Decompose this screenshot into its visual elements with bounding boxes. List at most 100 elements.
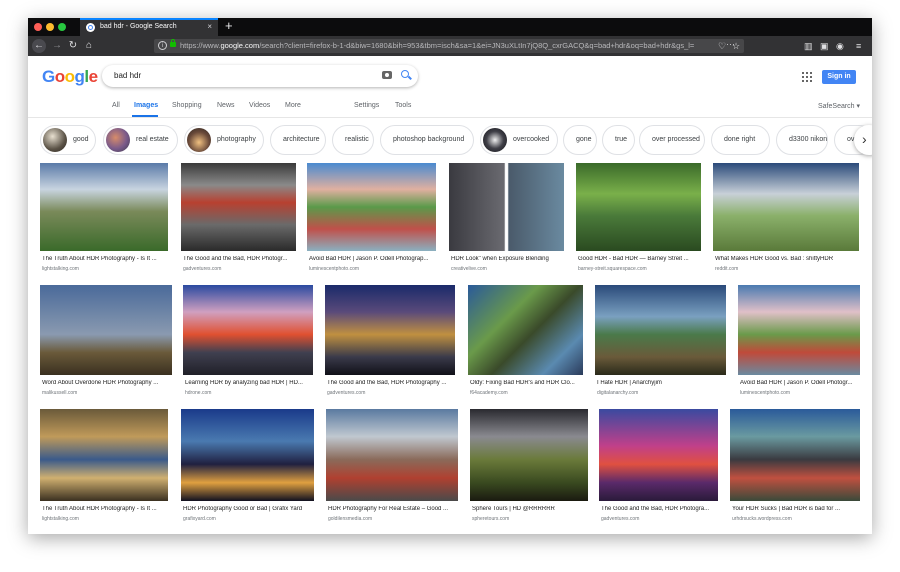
sidebar-icon[interactable]: ▣ xyxy=(820,39,829,53)
image-thumbnail[interactable] xyxy=(181,163,296,251)
tab-more[interactable]: More xyxy=(285,102,301,109)
window-close-button[interactable] xyxy=(34,23,42,31)
tab-videos[interactable]: Videos xyxy=(249,102,270,109)
image-result-title[interactable]: Sphere Tours | HD @RRRRRR xyxy=(472,506,590,512)
image-thumbnail[interactable] xyxy=(738,285,860,375)
related-search-chip[interactable]: over processed xyxy=(639,125,705,155)
related-search-chip[interactable]: photoshop background xyxy=(380,125,474,155)
tab-settings[interactable]: Settings xyxy=(354,102,379,109)
image-result[interactable]: The Good and the Bad, HDR Photogra... gad… xyxy=(599,409,718,527)
search-query[interactable]: bad hdr xyxy=(114,71,141,80)
sign-in-button[interactable]: Sign in xyxy=(822,70,856,84)
related-search-chip[interactable]: true xyxy=(602,125,635,155)
image-thumbnail[interactable] xyxy=(468,285,583,375)
tab-close-icon[interactable]: × xyxy=(207,22,212,32)
image-result-title[interactable]: HDR Look" when Exposure Blending xyxy=(451,256,566,262)
image-result[interactable]: Your HDR Sucks | Bad HDR is bad for ... u… xyxy=(730,409,860,527)
related-search-chip[interactable]: good xyxy=(40,125,96,155)
apps-grid-icon[interactable] xyxy=(802,72,812,82)
library-icon[interactable]: ▥ xyxy=(804,39,813,53)
tab-tools[interactable]: Tools xyxy=(395,102,411,109)
image-result[interactable]: Avoid Bad HDR | Jason P. Odell Photograp… xyxy=(307,163,436,277)
image-result[interactable]: What Makes HDR Good vs. Bad : shittyHDR r… xyxy=(713,163,859,277)
image-thumbnail[interactable] xyxy=(307,163,436,251)
image-result[interactable]: I Hate HDR | Anarchyjim digitalanarchy.co… xyxy=(595,285,726,401)
image-result[interactable]: HDR Look" when Exposure Blending creative… xyxy=(449,163,564,277)
image-result-title[interactable]: The Good and the Bad, HDR Photogr... xyxy=(183,256,298,262)
new-tab-button[interactable]: + xyxy=(225,19,233,33)
image-thumbnail[interactable] xyxy=(40,409,168,501)
address-bar[interactable]: i https://www.google.com/search?client=f… xyxy=(154,39,744,53)
image-thumbnail[interactable] xyxy=(326,409,458,501)
related-search-chip[interactable]: photography xyxy=(184,125,264,155)
image-result[interactable]: Avoid Bad HDR | Jason P. Odell Photogr..… xyxy=(738,285,860,401)
related-search-chip[interactable]: architecture xyxy=(270,125,326,155)
image-thumbnail[interactable] xyxy=(183,285,313,375)
image-result-title[interactable]: I Hate HDR | Anarchyjim xyxy=(597,380,728,386)
image-result[interactable]: The Good and the Bad, HDR Photogr... gadv… xyxy=(181,163,296,277)
image-thumbnail[interactable] xyxy=(599,409,718,501)
tab-all[interactable]: All xyxy=(112,102,120,109)
forward-arrow-icon[interactable]: → xyxy=(50,39,64,53)
site-info-icon[interactable]: i xyxy=(158,41,167,50)
image-result-title[interactable]: Word About Overdone HDR Photography ... xyxy=(42,380,174,386)
related-search-chip[interactable]: real estate xyxy=(103,125,178,155)
image-result[interactable]: HDR Photography For Real Estate – Good .… xyxy=(326,409,458,527)
image-thumbnail[interactable] xyxy=(181,409,314,501)
image-thumbnail[interactable] xyxy=(470,409,588,501)
related-search-chip[interactable]: gone xyxy=(563,125,597,155)
image-thumbnail[interactable] xyxy=(595,285,726,375)
home-icon[interactable]: ⌂ xyxy=(82,39,96,53)
image-result[interactable]: HDR Photography Good or Bad | Grafix Yar… xyxy=(181,409,314,527)
image-result-title[interactable]: Oldy: Fixing Bad HDR's and HDR Clo... xyxy=(470,380,585,386)
image-thumbnail[interactable] xyxy=(730,409,860,501)
image-result[interactable]: Sphere Tours | HD @RRRRRR spheretours.com xyxy=(470,409,588,527)
related-search-chip[interactable]: d3300 nikon xyxy=(776,125,828,155)
image-result[interactable]: The Good and the Bad, HDR Photography ..… xyxy=(325,285,455,401)
image-thumbnail[interactable] xyxy=(576,163,701,251)
image-result-title[interactable]: Learning HDR by analyzing bad HDR | HD..… xyxy=(185,380,315,386)
image-result-title[interactable]: Your HDR Sucks | Bad HDR is bad for ... xyxy=(732,506,862,512)
camera-icon[interactable] xyxy=(382,71,392,79)
image-result-title[interactable]: HDR Photography For Real Estate – Good .… xyxy=(328,506,460,512)
image-result-title[interactable]: Avoid Bad HDR | Jason P. Odell Photogr..… xyxy=(740,380,862,386)
image-result-title[interactable]: Good HDR - Bad HDR — Barney Streit ... xyxy=(578,256,703,262)
related-search-chip[interactable]: overcooked xyxy=(480,125,558,155)
image-result[interactable]: Good HDR - Bad HDR — Barney Streit ... ba… xyxy=(576,163,701,277)
image-result[interactable]: The Truth About HDR Photography - Is It … xyxy=(40,409,168,527)
image-result[interactable]: Oldy: Fixing Bad HDR's and HDR Clo... f64… xyxy=(468,285,583,401)
browser-tab-active[interactable]: bad hdr - Google Search × xyxy=(80,18,218,36)
image-result-title[interactable]: HDR Photography Good or Bad | Grafix Yar… xyxy=(183,506,316,512)
search-input[interactable]: bad hdr xyxy=(102,65,418,87)
image-result-title[interactable]: The Good and the Bad, HDR Photography ..… xyxy=(327,380,457,386)
related-search-chip[interactable]: done right xyxy=(711,125,770,155)
tab-images[interactable]: Images xyxy=(134,102,158,109)
menu-icon[interactable]: ≡ xyxy=(856,39,861,53)
image-result-title[interactable]: The Truth About HDR Photography - Is It … xyxy=(42,256,170,262)
image-result[interactable]: Learning HDR by analyzing bad HDR | HD..… xyxy=(183,285,313,401)
back-arrow-icon[interactable]: ← xyxy=(32,39,46,53)
image-result[interactable]: The Truth About HDR Photography - Is It … xyxy=(40,163,168,277)
account-icon[interactable]: ◉ xyxy=(836,39,844,53)
window-minimize-button[interactable] xyxy=(46,23,54,31)
image-thumbnail[interactable] xyxy=(325,285,455,375)
image-result-title[interactable]: The Good and the Bad, HDR Photogra... xyxy=(601,506,720,512)
image-thumbnail[interactable] xyxy=(40,285,172,375)
search-icon[interactable] xyxy=(401,70,409,78)
image-result-title[interactable]: What Makes HDR Good vs. Bad : shittyHDR xyxy=(715,256,861,262)
image-thumbnail[interactable] xyxy=(40,163,168,251)
tab-news[interactable]: News xyxy=(217,102,235,109)
tab-shopping[interactable]: Shopping xyxy=(172,102,202,109)
google-logo[interactable]: Google xyxy=(42,67,98,87)
pocket-icon[interactable]: ♡ xyxy=(718,39,726,53)
image-result-title[interactable]: The Truth About HDR Photography - Is It … xyxy=(42,506,170,512)
window-maximize-button[interactable] xyxy=(58,23,66,31)
bookmark-star-icon[interactable]: ☆ xyxy=(732,39,740,53)
safesearch-dropdown[interactable]: SafeSearch ▾ xyxy=(818,102,860,110)
related-search-chip[interactable]: realistic xyxy=(332,125,374,155)
image-result-title[interactable]: Avoid Bad HDR | Jason P. Odell Photograp… xyxy=(309,256,438,262)
url-text[interactable]: https://www.google.com/search?client=fir… xyxy=(180,41,720,50)
reload-icon[interactable]: ↻ xyxy=(66,39,80,53)
image-thumbnail[interactable] xyxy=(449,163,564,251)
image-thumbnail[interactable] xyxy=(713,163,859,251)
